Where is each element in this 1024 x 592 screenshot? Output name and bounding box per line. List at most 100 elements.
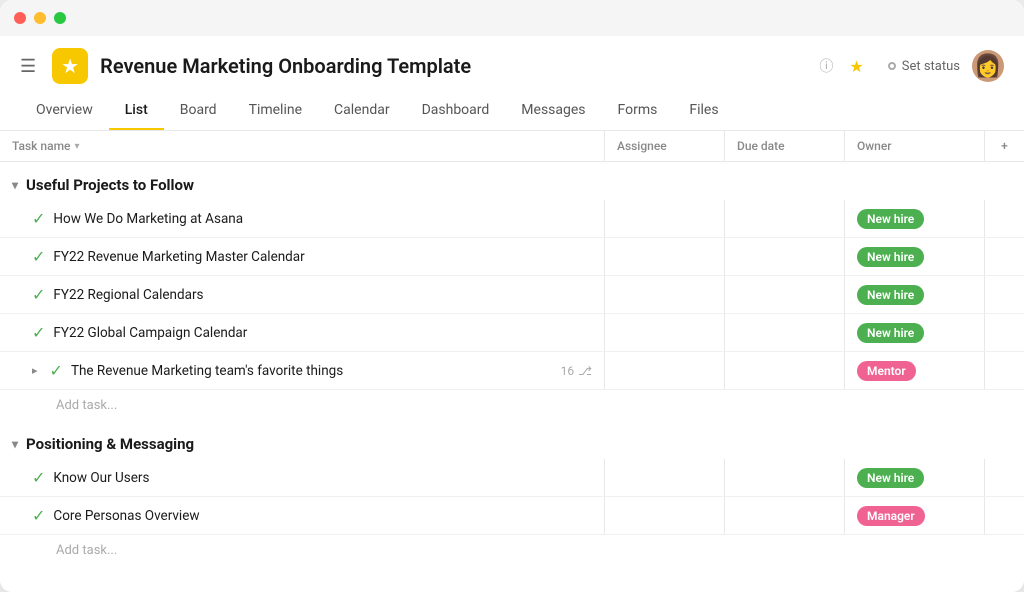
status-dot-icon [888, 62, 896, 70]
task-cell-extra [984, 276, 1024, 313]
check-icon: ✓ [32, 323, 45, 342]
status-button[interactable]: Set status [888, 59, 960, 74]
check-icon: ✓ [32, 506, 45, 525]
tab-forms[interactable]: Forms [602, 94, 674, 130]
task-cell-name: ▸ ✓ The Revenue Marketing team's favorit… [0, 352, 604, 389]
task-cell-owner: New hire [844, 459, 984, 496]
tab-board[interactable]: Board [164, 94, 233, 130]
tag-badge[interactable]: New hire [857, 209, 924, 229]
task-cell-assignee [604, 200, 724, 237]
tab-list[interactable]: List [109, 94, 164, 130]
task-cell-assignee [604, 352, 724, 389]
task-cell-name: ✓ FY22 Global Campaign Calendar [0, 314, 604, 351]
th-assignee: Assignee [604, 131, 724, 161]
th-task-name: Task name ▾ [0, 131, 604, 161]
th-owner-label: Owner [857, 139, 892, 153]
task-name-label[interactable]: FY22 Regional Calendars [53, 287, 592, 303]
header: ☰ ★ Revenue Marketing Onboarding Templat… [0, 36, 1024, 131]
task-name-label[interactable]: The Revenue Marketing team's favorite th… [71, 363, 545, 379]
task-cell-due-date [724, 497, 844, 534]
tag-badge[interactable]: New hire [857, 285, 924, 305]
task-name-label[interactable]: FY22 Global Campaign Calendar [53, 325, 592, 341]
maximize-button[interactable] [54, 12, 66, 24]
add-task-button-2[interactable]: Add task... [0, 535, 1024, 566]
tab-overview[interactable]: Overview [20, 94, 109, 130]
task-cell-name: ✓ Core Personas Overview [0, 497, 604, 534]
task-cell-extra [984, 497, 1024, 534]
task-cell-assignee [604, 497, 724, 534]
task-cell-extra [984, 314, 1024, 351]
title-bar [0, 0, 1024, 36]
check-icon: ✓ [50, 361, 63, 380]
subtask-icon: ⎇ [578, 364, 592, 378]
task-row: ▸ ✓ The Revenue Marketing team's favorit… [0, 352, 1024, 390]
section-title: Useful Projects to Follow [26, 176, 194, 194]
tag-badge[interactable]: Manager [857, 506, 925, 526]
section-useful-projects: ▾ Useful Projects to Follow [0, 162, 1024, 200]
expand-icon[interactable]: ▸ [32, 364, 38, 377]
add-column-icon: + [1001, 139, 1008, 153]
th-chevron-icon: ▾ [74, 141, 79, 152]
check-icon: ✓ [32, 285, 45, 304]
task-cell-due-date [724, 276, 844, 313]
star-icon[interactable]: ★ [849, 57, 863, 76]
project-title: Revenue Marketing Onboarding Template [100, 54, 801, 78]
check-icon: ✓ [32, 209, 45, 228]
tag-badge[interactable]: New hire [857, 468, 924, 488]
tag-badge[interactable]: New hire [857, 323, 924, 343]
task-row: ✓ How We Do Marketing at Asana New hire [0, 200, 1024, 238]
tab-timeline[interactable]: Timeline [233, 94, 318, 130]
task-row: ✓ FY22 Global Campaign Calendar New hire [0, 314, 1024, 352]
minimize-button[interactable] [34, 12, 46, 24]
tab-dashboard[interactable]: Dashboard [406, 94, 506, 130]
section-collapse-icon[interactable]: ▾ [12, 437, 18, 451]
tab-calendar[interactable]: Calendar [318, 94, 406, 130]
avatar: 👩 [972, 50, 1004, 82]
app-window: ☰ ★ Revenue Marketing Onboarding Templat… [0, 0, 1024, 592]
subtask-count: 16 [561, 364, 575, 378]
task-cell-name: ✓ Know Our Users [0, 459, 604, 496]
task-cell-due-date [724, 459, 844, 496]
th-owner: Owner [844, 131, 984, 161]
task-cell-owner: New hire [844, 238, 984, 275]
task-name-label[interactable]: FY22 Revenue Marketing Master Calendar [53, 249, 592, 265]
th-task-name-label: Task name [12, 139, 70, 153]
th-assignee-label: Assignee [617, 139, 667, 153]
check-icon: ✓ [32, 468, 45, 487]
task-row: ✓ Core Personas Overview Manager [0, 497, 1024, 535]
task-cell-due-date [724, 200, 844, 237]
task-table: Task name ▾ Assignee Due date Owner + ▾ … [0, 131, 1024, 592]
nav-tabs: Overview List Board Timeline Calendar Da… [20, 94, 1004, 130]
th-add-column[interactable]: + [984, 131, 1024, 161]
section-title: Positioning & Messaging [26, 435, 194, 453]
app-icon: ★ [52, 48, 88, 84]
task-row: ✓ FY22 Regional Calendars New hire [0, 276, 1024, 314]
th-due-date: Due date [724, 131, 844, 161]
check-icon: ✓ [32, 247, 45, 266]
add-task-button-1[interactable]: Add task... [0, 390, 1024, 421]
task-name-label[interactable]: Know Our Users [53, 470, 592, 486]
task-cell-extra [984, 200, 1024, 237]
section-collapse-icon[interactable]: ▾ [12, 178, 18, 192]
task-cell-assignee [604, 276, 724, 313]
tab-files[interactable]: Files [673, 94, 734, 130]
task-cell-owner: New hire [844, 276, 984, 313]
task-cell-name: ✓ FY22 Regional Calendars [0, 276, 604, 313]
info-icon[interactable]: ⓘ [819, 56, 833, 76]
task-name-label[interactable]: Core Personas Overview [53, 508, 592, 524]
task-cell-owner: New hire [844, 200, 984, 237]
task-name-label[interactable]: How We Do Marketing at Asana [53, 211, 592, 227]
task-cell-assignee [604, 459, 724, 496]
close-button[interactable] [14, 12, 26, 24]
tag-badge[interactable]: Mentor [857, 361, 916, 381]
subtask-info: 16 ⎇ [561, 364, 592, 378]
task-cell-assignee [604, 314, 724, 351]
menu-icon[interactable]: ☰ [20, 56, 36, 77]
table-header: Task name ▾ Assignee Due date Owner + [0, 131, 1024, 162]
task-cell-name: ✓ FY22 Revenue Marketing Master Calendar [0, 238, 604, 275]
task-cell-due-date [724, 314, 844, 351]
task-cell-extra [984, 238, 1024, 275]
task-cell-assignee [604, 238, 724, 275]
tab-messages[interactable]: Messages [505, 94, 601, 130]
tag-badge[interactable]: New hire [857, 247, 924, 267]
